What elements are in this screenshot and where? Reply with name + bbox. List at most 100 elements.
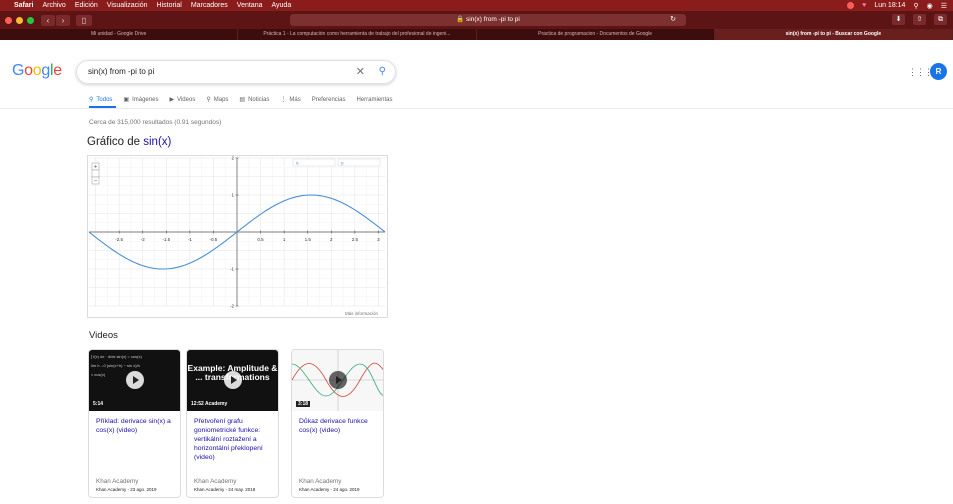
heart-icon[interactable]: ♥ (862, 2, 866, 9)
menu-ayuda[interactable]: Ayuda (271, 2, 291, 9)
google-logo[interactable]: Google (12, 62, 62, 80)
x-tick-label: 2.5 (352, 237, 359, 242)
tab-videos-label: Videos (177, 96, 196, 103)
tab-google-drive[interactable]: Mi unidad - Google Drive (0, 29, 239, 40)
share-icon[interactable]: ⇧ (913, 14, 926, 25)
function-graph[interactable]: -2.5 -2 -1.5 -1 -0.5 0.5 1 1.5 2 2.5 3 2 1 -1 -2 + − x: y: (87, 155, 388, 318)
video-meta: Khan Academy - 24 ago. 2019 (299, 487, 360, 492)
video-channel: Khan Academy (194, 478, 237, 485)
tabs-overview-icon[interactable]: ⧉ (934, 14, 947, 25)
siri-icon[interactable]: ◉ (927, 2, 933, 10)
video-duration: 12:52 Academy (191, 401, 227, 407)
result-stats: Cerca de 315,000 resultados (0.91 segund… (89, 119, 222, 126)
menu-ventana[interactable]: Ventana (237, 2, 263, 9)
menu-historial[interactable]: Historial (157, 2, 182, 9)
video-card[interactable]: Example: Amplitude & ... transformations… (186, 349, 279, 498)
menu-marcadores[interactable]: Marcadores (191, 2, 228, 9)
video-thumbnail[interactable]: ∫ f(x) dx · d/dx sin(x) = cos(x) lim h→0 … (89, 350, 180, 411)
search-icon: ⚲ (89, 97, 94, 103)
address-bar[interactable]: 🔒 sin(x) from -pi to pi ↻ (290, 14, 686, 26)
sidebar-icon[interactable]: ▯ (76, 14, 92, 26)
graph-title-prefix: Gráfico de (87, 136, 144, 148)
clear-icon[interactable]: ✕ (356, 65, 365, 78)
download-icon[interactable]: ⬇ (892, 14, 905, 25)
video-card[interactable]: 3:18 Důkaz derivace funkce cos(x) (video… (291, 349, 384, 498)
reload-icon[interactable]: ↻ (670, 14, 676, 26)
tab-noticias-label: Noticias (248, 96, 270, 103)
tab-imagenes-label: Imágenes (132, 96, 159, 103)
video-title[interactable]: Příklad: derivace sin(x) a cos(x) (video… (96, 417, 178, 435)
menu-archivo[interactable]: Archivo (42, 2, 65, 9)
graph-function-link[interactable]: sin(x) (143, 136, 171, 148)
divider (0, 108, 953, 109)
video-thumbnail[interactable]: 3:18 (292, 350, 383, 411)
video-duration-value: 12:52 (191, 401, 204, 407)
search-box[interactable]: sin(x) from -pi to pi ✕ ⚲ (76, 60, 396, 84)
x-tick-label: -1 (188, 237, 192, 242)
forward-button[interactable]: › (56, 14, 70, 26)
academy-badge: Academy (205, 401, 228, 407)
tab-mas-label: Más (289, 96, 301, 103)
tab-search-sin[interactable]: sin(x) from -pi to pi - Buscar con Googl… (714, 29, 953, 40)
spotlight-icon[interactable]: ⚲ (913, 2, 918, 10)
tab-preferencias[interactable]: Preferencias (312, 96, 346, 103)
status-icon[interactable] (847, 2, 855, 9)
play-icon[interactable] (224, 371, 242, 389)
legend-y-readout: y: (341, 161, 345, 166)
control-center-icon[interactable]: ☰ (941, 2, 947, 10)
zoom-reset-button[interactable] (91, 169, 100, 178)
y-tick-label: -1 (230, 267, 234, 272)
more-vert-icon: ⋮ (280, 97, 287, 103)
video-duration: 3:18 (296, 401, 311, 407)
x-tick-label: -1.5 (162, 237, 170, 242)
tab-practica-programacion[interactable]: Practica de programacion - Documentos de… (477, 29, 715, 40)
tab-herramientas[interactable]: Herramientas (356, 96, 392, 103)
macos-menubar: Safari Archivo Edición Visualización His… (0, 0, 953, 11)
tab-mas[interactable]: ⋮ Más (280, 96, 301, 104)
menu-visualizacion[interactable]: Visualización (107, 2, 148, 9)
video-duration: 5:14 (93, 401, 104, 407)
back-button[interactable]: ‹ (41, 14, 55, 26)
image-icon: ▣ (123, 97, 130, 103)
tab-imagenes[interactable]: ▣ Imágenes (123, 96, 159, 104)
video-channel: Khan Academy (96, 478, 139, 485)
video-meta: Khan Academy - 23 ago. 2019 (96, 487, 157, 492)
clock[interactable]: Lun 18:14 (874, 2, 905, 9)
play-icon[interactable] (126, 371, 144, 389)
tab-strip: Mi unidad - Google Drive Práctica 1 - La… (0, 29, 953, 40)
graph-canvas[interactable]: -2.5 -2 -1.5 -1 -0.5 0.5 1 1.5 2 2.5 321-1-2+−x: y: (88, 156, 389, 319)
zoom-out-button-label: − (94, 179, 98, 185)
tab-practica-1[interactable]: Práctica 1 - La computación como herrami… (238, 29, 477, 40)
menu-edicion[interactable]: Edición (75, 2, 98, 9)
search-icon[interactable]: ⚲ (379, 66, 386, 77)
tab-noticias[interactable]: ▤ Noticias (239, 96, 270, 104)
video-card[interactable]: ∫ f(x) dx · d/dx sin(x) = cos(x) lim h→0 … (88, 349, 181, 498)
zoom-window-button[interactable] (27, 16, 34, 24)
minimize-window-button[interactable] (16, 16, 23, 24)
search-nav: ⚲ Todos ▣ Imágenes ▶ Videos ⚲ Maps ▤ Noticias… (89, 96, 392, 104)
videos-heading: Videos (89, 330, 118, 341)
menu-app-safari[interactable]: Safari (14, 2, 33, 9)
x-tick-label: 0.5 (257, 237, 264, 242)
tab-maps[interactable]: ⚲ Maps (206, 96, 229, 104)
close-window-button[interactable] (5, 16, 12, 24)
play-icon[interactable] (329, 371, 347, 389)
apps-grid-icon[interactable]: ⋮⋮⋮ (908, 67, 933, 78)
y-tick-label: -2 (230, 304, 234, 309)
video-meta: Khan Academy - 24 may. 2018 (194, 487, 256, 492)
video-title[interactable]: Přetvoření grafu goniometrické funkce: v… (194, 417, 276, 462)
more-info-link[interactable]: Más información (345, 311, 378, 316)
tab-videos[interactable]: ▶ Videos (169, 96, 196, 104)
x-tick-label: -2 (141, 237, 145, 242)
legend-x-readout: x: (296, 161, 300, 166)
zoom-in-button-label: + (94, 165, 98, 171)
video-thumbnail[interactable]: Example: Amplitude & ... transformations… (187, 350, 278, 411)
avatar[interactable]: R (930, 63, 947, 80)
tab-todos[interactable]: ⚲ Todos (89, 96, 113, 104)
y-tick-label: 2 (231, 156, 234, 161)
tab-todos-label: Todos (96, 96, 113, 103)
tab-maps-label: Maps (213, 96, 229, 103)
search-input[interactable]: sin(x) from -pi to pi (88, 67, 154, 76)
x-tick-label: -0.5 (210, 237, 218, 242)
video-title[interactable]: Důkaz derivace funkce cos(x) (video) (299, 417, 381, 435)
